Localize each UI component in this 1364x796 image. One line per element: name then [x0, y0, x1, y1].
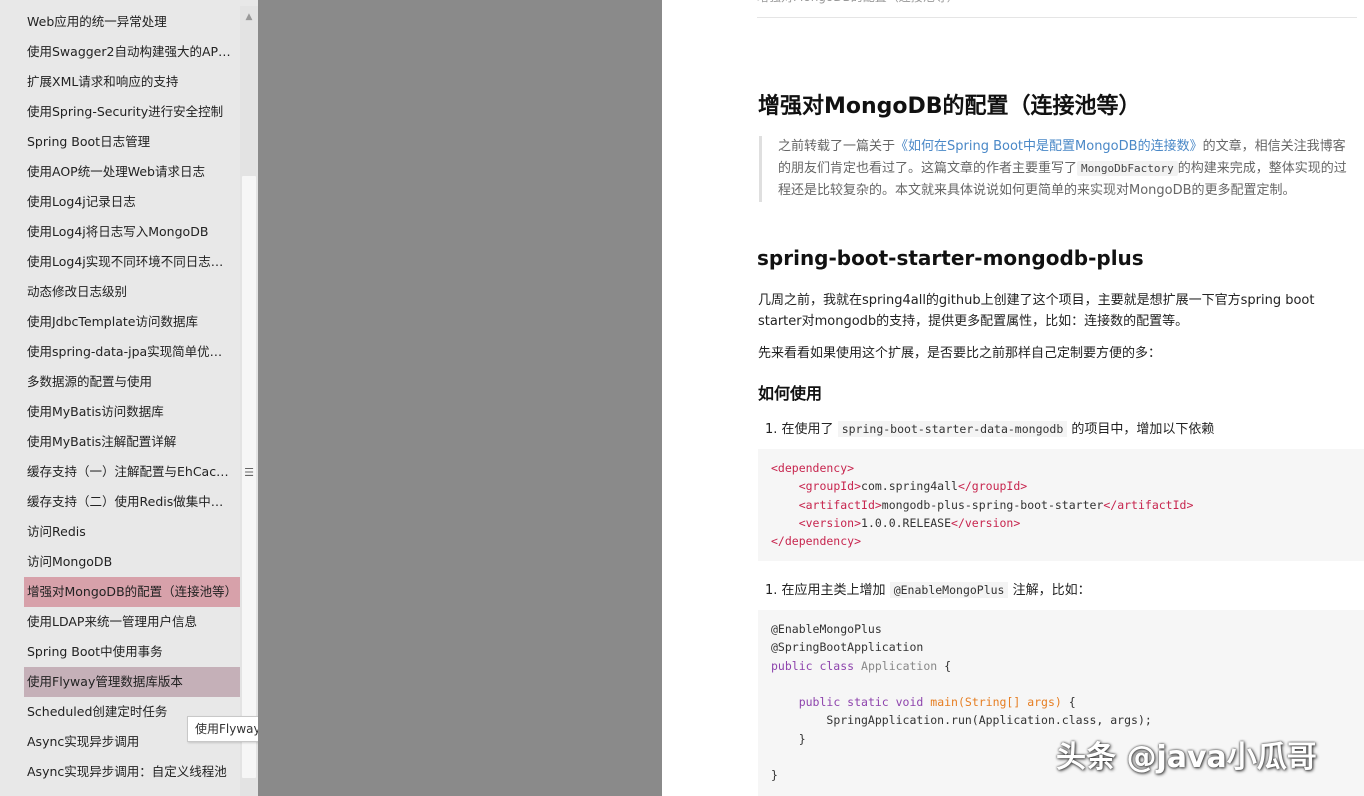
brace: }	[771, 768, 778, 783]
toc-item[interactable]: Web应用的统一异常处理	[0, 7, 240, 37]
xml-tag: <artifactId>	[798, 497, 882, 512]
step-text-after: 注解，比如：	[1012, 583, 1091, 598]
gray-overlay-pane	[258, 0, 662, 796]
xml-tag: </groupId>	[957, 479, 1028, 494]
toc-item[interactable]: Spring Boot日志管理	[0, 127, 240, 157]
article-content: 增强对MongoDB的配置（连接池等） 增强对MongoDB的配置（连接池等） …	[662, 0, 1364, 796]
toc-item[interactable]: Spring Boot中使用事务	[0, 637, 240, 667]
splitter-grip-icon[interactable]: ☰	[244, 466, 254, 480]
toc-item[interactable]: 使用AOP统一处理Web请求日志	[0, 157, 240, 187]
annotation: @SpringBootApplication	[771, 640, 924, 655]
toc-item[interactable]: 使用Log4j记录日志	[0, 187, 240, 217]
artifact-id-value: mongodb-plus-spring-boot-starter	[881, 497, 1104, 512]
toc-item[interactable]: 使用Flyway管理数据库版本	[24, 667, 246, 697]
toc-item[interactable]: 动态修改日志级别	[0, 277, 240, 307]
breadcrumb: 增强对MongoDB的配置（连接池等）	[757, 0, 1357, 18]
quote-text-before: 之前转载了一篇关于	[778, 139, 896, 154]
brace: }	[798, 731, 806, 746]
sidebar-scrollbar[interactable]: ▲	[240, 6, 258, 796]
toc-item[interactable]: 缓存支持（二）使用Redis做集中式...	[0, 487, 240, 517]
method-params: (String[] args)	[957, 695, 1062, 710]
xml-tag: </version>	[951, 515, 1021, 530]
toc-item[interactable]: 使用spring-data-jpa实现简单优雅...	[0, 337, 240, 367]
step-1: 1. 在使用了 spring-boot-starter-data-mongodb…	[765, 418, 1214, 437]
toc-item[interactable]: 使用MyBatis访问数据库	[0, 397, 240, 427]
article-link[interactable]: 《如何在Spring Boot中是配置MongoDB的连接数》	[895, 139, 1203, 154]
toc-item[interactable]: 访问Redis	[0, 517, 240, 547]
inline-code-mongodbfactory: MongoDbFactory	[1077, 161, 1178, 176]
step-2: 1. 在应用主类上增加 @EnableMongoPlus 注解，比如：	[765, 579, 1091, 598]
toc-list: Web应用的统一异常处理 使用Swagger2自动构建强大的API文档 扩展XML请…	[0, 7, 246, 787]
step-number: 1.	[765, 583, 778, 598]
toc-item[interactable]: 使用LDAP来统一管理用户信息	[0, 607, 240, 637]
watermark: 头条 @java小瓜哥	[1056, 740, 1317, 775]
keyword: public static void	[798, 695, 924, 710]
annotation: @EnableMongoPlus	[771, 622, 882, 636]
toc-item[interactable]: 缓存支持（一）注解配置与EhCache...	[0, 457, 240, 487]
version-value: 1.0.0.RELEASE	[861, 515, 952, 530]
xml-tag: <version>	[798, 515, 862, 530]
toc-item[interactable]: 使用MyBatis注解配置详解	[0, 427, 240, 457]
scroll-up-arrow-icon[interactable]: ▲	[240, 6, 258, 28]
section-title: spring-boot-starter-mongodb-plus	[757, 246, 1144, 270]
toc-item[interactable]: 使用JdbcTemplate访问数据库	[0, 307, 240, 337]
keyword: public class	[771, 658, 855, 673]
method-name: main	[930, 695, 958, 710]
toc-item[interactable]: 增强对MongoDB的配置（连接池等）	[24, 577, 246, 607]
page-title: 增强对MongoDB的配置（连接池等）	[758, 94, 1141, 119]
method-call: SpringApplication.run(Application.class,…	[826, 713, 1152, 728]
xml-tag: </dependency>	[771, 534, 862, 549]
xml-tag: <dependency>	[771, 461, 855, 475]
step-text-before: 在应用主类上增加	[781, 583, 886, 598]
toc-item[interactable]: 使用Spring-Security进行安全控制	[0, 97, 240, 127]
paragraph-preview: 先来看看如果使用这个扩展，是否要比之前那样自己定制要方便的多：	[758, 346, 1162, 361]
paragraph-intro: 几周之前，我就在spring4all的github上创建了这个项目，主要就是想扩…	[758, 293, 1315, 329]
class-name: Application	[861, 658, 938, 673]
dependency-code-block: <dependency> <groupId>com.spring4all</gr…	[758, 449, 1364, 561]
intro-blockquote: 之前转载了一篇关于《如何在Spring Boot中是配置MongoDB的连接数》…	[759, 136, 1358, 202]
inline-code-enable-mongo-plus: @EnableMongoPlus	[889, 582, 1009, 598]
inline-code-starter: spring-boot-starter-data-mongodb	[837, 421, 1068, 437]
toc-item[interactable]: 使用Swagger2自动构建强大的API文档	[0, 37, 240, 67]
toc-item[interactable]: 使用Log4j将日志写入MongoDB	[0, 217, 240, 247]
toc-item[interactable]: 扩展XML请求和响应的支持	[0, 67, 240, 97]
xml-tag: </artifactId>	[1103, 497, 1194, 512]
toc-item[interactable]: 使用Log4j实现不同环境不同日志级...	[0, 247, 240, 277]
step-text-after: 的项目中，增加以下依赖	[1071, 422, 1215, 437]
step-text-before: 在使用了	[781, 422, 834, 437]
brace: {	[1061, 695, 1076, 710]
sidebar: Web应用的统一异常处理 使用Swagger2自动构建强大的API文档 扩展XML请…	[0, 0, 258, 796]
xml-tag: <groupId>	[798, 479, 862, 494]
subsection-title: 如何使用	[758, 384, 823, 403]
toc-item[interactable]: Async实现异步调用：自定义线程池	[0, 757, 240, 787]
toc-item[interactable]: 多数据源的配置与使用	[0, 367, 240, 397]
brace: {	[937, 658, 952, 673]
group-id-value: com.spring4all	[861, 479, 958, 494]
step-number: 1.	[765, 422, 778, 437]
toc-item[interactable]: 访问MongoDB	[0, 547, 240, 577]
